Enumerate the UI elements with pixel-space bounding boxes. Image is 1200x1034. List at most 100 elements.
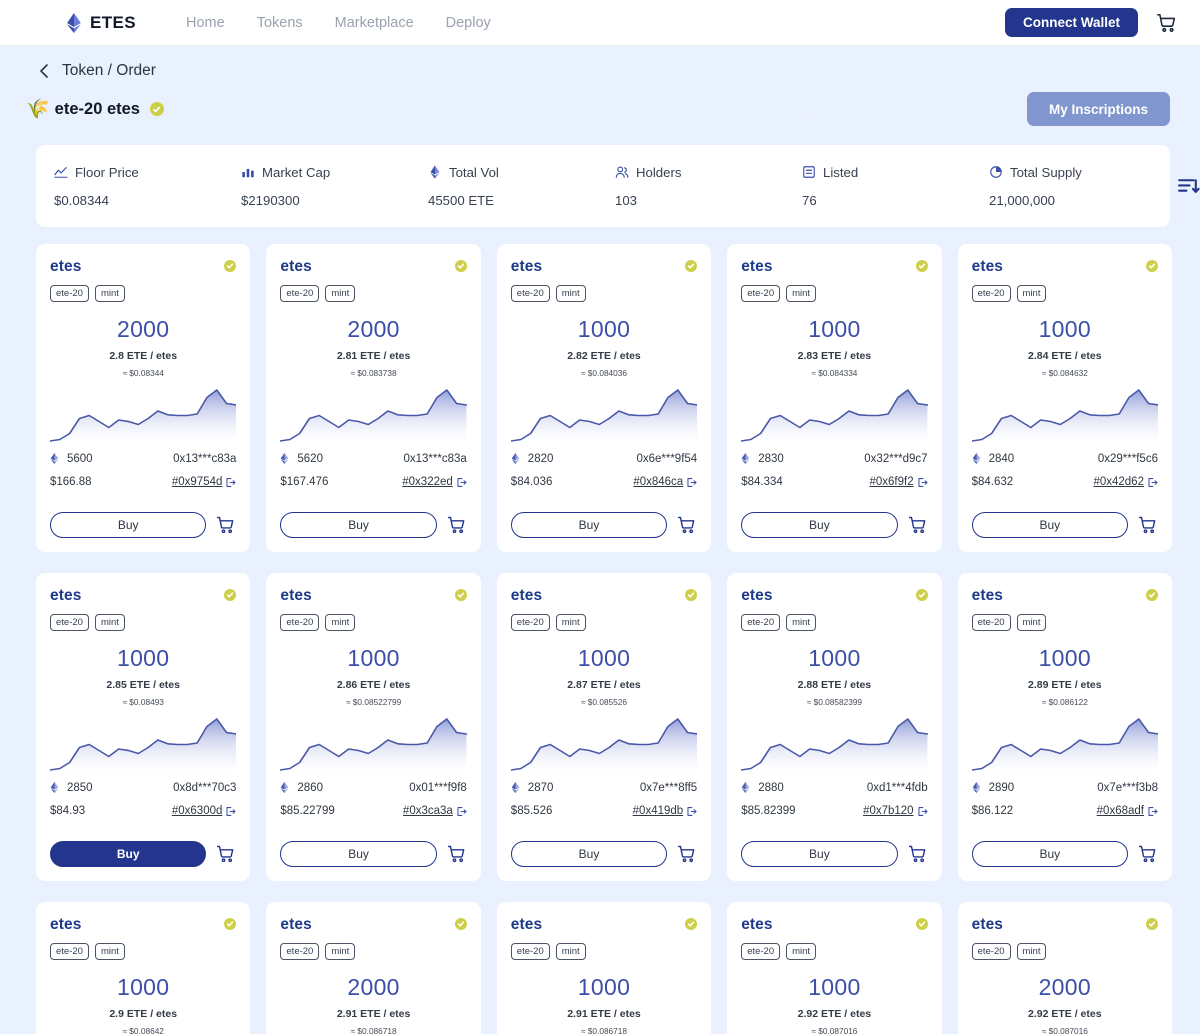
add-to-cart-icon[interactable]	[1138, 515, 1158, 535]
external-link-icon[interactable]	[1147, 806, 1158, 817]
order-card[interactable]: etes ete-20 mint 1000 2.9 ETE / etes ≈ $…	[36, 902, 251, 1034]
order-card[interactable]: etes ete-20 mint 1000 2.85 ETE / etes ≈ …	[36, 573, 251, 881]
order-card[interactable]: etes ete-20 mint 2000 2.8 ETE / etes ≈ $…	[36, 244, 251, 552]
order-card[interactable]: etes ete-20 mint 1000 2.89 ETE / etes ≈ …	[957, 573, 1172, 881]
card-inscription-hash[interactable]: #0x6300d	[172, 805, 223, 817]
list-icon	[803, 166, 815, 178]
order-card[interactable]: etes ete-20 mint 2000 2.91 ETE / etes ≈ …	[266, 902, 481, 1034]
card-inscription-hash[interactable]: #0x7b120	[863, 805, 914, 817]
stat-label: Holders	[636, 164, 682, 180]
card-inscription-link[interactable]: #0x7b120	[863, 805, 928, 817]
card-inscription-link[interactable]: #0x9754d	[172, 476, 237, 488]
add-to-cart-icon[interactable]	[216, 844, 236, 864]
card-inscription-hash[interactable]: #0x3ca3a	[403, 805, 453, 817]
nav-link-deploy[interactable]: Deploy	[446, 15, 491, 31]
card-inscription-link[interactable]: #0x6f9f2	[869, 476, 928, 488]
card-actions: Buy	[510, 500, 697, 538]
card-inscription-link[interactable]: #0x3ca3a	[403, 805, 467, 817]
buy-button[interactable]: Buy	[280, 841, 437, 867]
external-link-icon[interactable]	[225, 806, 236, 817]
buy-button[interactable]: Buy	[510, 512, 668, 538]
buy-button[interactable]: Buy	[971, 841, 1128, 867]
brand-logo[interactable]: ETES	[66, 12, 136, 33]
card-inscription-hash[interactable]: #0x6f9f2	[869, 476, 913, 488]
stat-listed: Listed 76	[802, 165, 989, 208]
order-card[interactable]: etes ete-20 mint 2000 2.92 ETE / etes ≈ …	[957, 902, 1172, 1034]
order-card[interactable]: etes ete-20 mint 1000 2.92 ETE / etes ≈ …	[727, 902, 942, 1034]
add-to-cart-icon[interactable]	[216, 515, 236, 535]
card-inscription-link[interactable]: #0x42d62	[1093, 476, 1158, 488]
card-unit-rate: 2.83 ETE / etes	[797, 350, 872, 363]
chip-operation: mint	[1016, 943, 1047, 961]
external-link-icon[interactable]	[917, 806, 928, 817]
card-price-row: $167.476 #0x322ed	[280, 476, 467, 488]
card-price-row: $84.334 #0x6f9f2	[741, 476, 928, 488]
add-to-cart-icon[interactable]	[447, 515, 467, 535]
stat-total-vol: Total Vol 45500 ETE	[428, 165, 615, 208]
sort-button[interactable]	[1176, 170, 1200, 202]
external-link-icon[interactable]	[686, 477, 697, 488]
card-inscription-link[interactable]: #0x419db	[633, 805, 698, 817]
buy-button[interactable]: Buy	[510, 841, 668, 867]
my-inscriptions-button[interactable]: My Inscriptions	[1026, 92, 1170, 126]
buy-button[interactable]: Buy	[280, 512, 437, 538]
card-unit-rate: 2.85 ETE / etes	[106, 679, 180, 692]
add-to-cart-icon[interactable]	[677, 515, 697, 535]
card-inscription-link[interactable]: #0x322ed	[402, 476, 467, 488]
order-card[interactable]: etes ete-20 mint 1000 2.88 ETE / etes ≈ …	[727, 573, 942, 881]
card-inscription-hash[interactable]: #0x68adf	[1097, 805, 1144, 817]
external-link-icon[interactable]	[456, 477, 467, 488]
add-to-cart-icon[interactable]	[908, 844, 928, 864]
card-amount: 1000	[117, 974, 170, 1001]
external-link-icon[interactable]	[456, 806, 467, 817]
card-amount: 1000	[808, 645, 861, 672]
chevron-left-icon[interactable]	[38, 63, 51, 79]
external-link-icon[interactable]	[1147, 477, 1158, 488]
card-actions: Buy	[50, 500, 236, 538]
external-link-icon[interactable]	[917, 477, 928, 488]
card-inscription-link[interactable]: #0x846ca	[633, 476, 697, 488]
buy-button[interactable]: Buy	[50, 841, 207, 867]
order-card[interactable]: etes ete-20 mint 1000 2.83 ETE / etes ≈ …	[727, 244, 942, 552]
external-link-icon[interactable]	[225, 477, 236, 488]
stat-market-cap: Market Cap $2190300	[241, 165, 428, 208]
order-card[interactable]: etes ete-20 mint 1000 2.87 ETE / etes ≈ …	[496, 573, 712, 881]
ethereum-icon	[50, 782, 59, 794]
stat-value: 45500 ETE	[428, 192, 494, 208]
card-usd-approx: ≈ $0.084334	[811, 368, 858, 379]
card-inscription-hash[interactable]: #0x9754d	[172, 476, 223, 488]
card-inscription-link[interactable]: #0x68adf	[1097, 805, 1158, 817]
buy-button[interactable]: Buy	[50, 512, 207, 538]
card-unit-rate: 2.91 ETE / etes	[336, 1008, 411, 1021]
card-actions: Buy	[971, 829, 1158, 867]
card-inscription-hash[interactable]: #0x419db	[633, 805, 684, 817]
buy-button[interactable]: Buy	[971, 512, 1128, 538]
breadcrumb-text[interactable]: Token / Order	[62, 62, 156, 80]
card-inscription-hash[interactable]: #0x322ed	[402, 476, 453, 488]
order-card[interactable]: etes ete-20 mint 2000 2.81 ETE / etes ≈ …	[266, 244, 481, 552]
card-inscription-link[interactable]: #0x6300d	[172, 805, 237, 817]
order-card[interactable]: etes ete-20 mint 1000 2.84 ETE / etes ≈ …	[957, 244, 1172, 552]
buy-button[interactable]: Buy	[741, 512, 898, 538]
shopping-cart-icon[interactable]	[1156, 12, 1178, 34]
connect-wallet-button[interactable]: Connect Wallet	[1004, 8, 1138, 37]
add-to-cart-icon[interactable]	[447, 844, 467, 864]
card-inscription-hash[interactable]: #0x846ca	[633, 476, 683, 488]
nav-link-marketplace[interactable]: Marketplace	[335, 15, 414, 31]
order-card[interactable]: etes ete-20 mint 1000 2.82 ETE / etes ≈ …	[496, 244, 712, 552]
buy-button[interactable]: Buy	[741, 841, 898, 867]
add-to-cart-icon[interactable]	[1138, 844, 1158, 864]
chip-operation: mint	[1016, 614, 1047, 632]
card-quantity-value: 2820	[527, 452, 554, 465]
add-to-cart-icon[interactable]	[677, 844, 697, 864]
page-title: ete-20 etes	[54, 99, 140, 118]
external-link-icon[interactable]	[686, 806, 697, 817]
token-avatar-icon: 🌾	[26, 98, 50, 120]
nav-link-tokens[interactable]: Tokens	[257, 15, 303, 31]
card-header: etes	[280, 916, 467, 934]
order-card[interactable]: etes ete-20 mint 1000 2.86 ETE / etes ≈ …	[266, 573, 481, 881]
card-inscription-hash[interactable]: #0x42d62	[1093, 476, 1144, 488]
add-to-cart-icon[interactable]	[908, 515, 928, 535]
nav-link-home[interactable]: Home	[186, 15, 225, 31]
order-card[interactable]: etes ete-20 mint 1000 2.91 ETE / etes ≈ …	[496, 902, 712, 1034]
